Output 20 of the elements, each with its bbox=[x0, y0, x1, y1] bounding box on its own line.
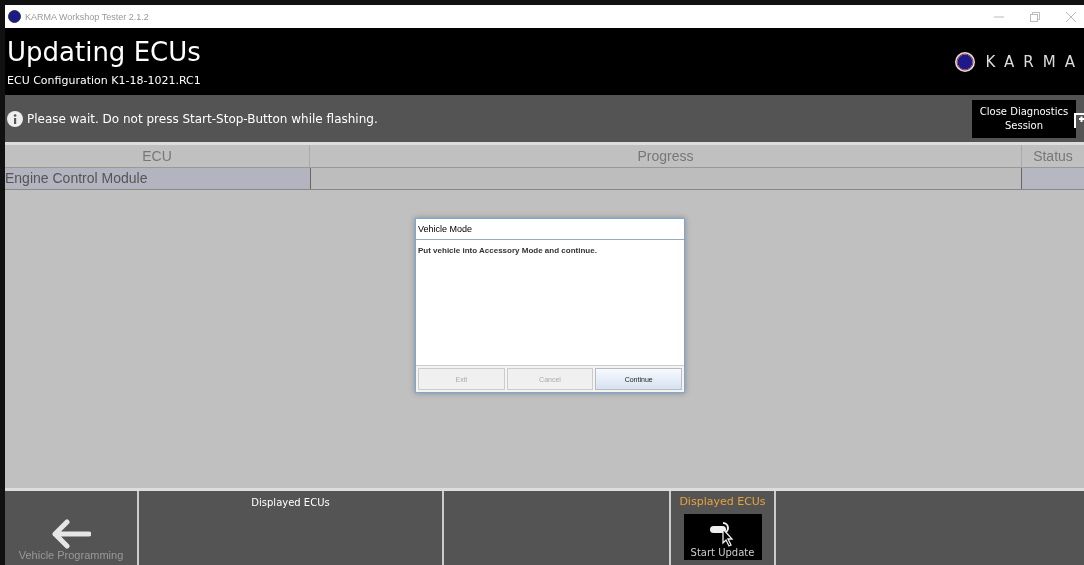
logo-text: KARMA bbox=[985, 52, 1084, 71]
column-header: ECU bbox=[5, 145, 310, 167]
info-message: Please wait. Do not press Start-Stop-Button while flashing. bbox=[27, 111, 378, 126]
start-update-button[interactable]: Start Update bbox=[683, 514, 762, 560]
close-session-button[interactable]: Close Diagnostics Session bbox=[972, 99, 1076, 138]
section-label: Displayed ECUs bbox=[251, 497, 330, 510]
column-header: Status bbox=[1032, 147, 1074, 166]
section-label: Displayed ECUs bbox=[679, 495, 766, 508]
restore-icon[interactable] bbox=[1030, 11, 1040, 22]
dialog-message: Put vehicle into Accessory Mode and continue. bbox=[418, 246, 598, 255]
page-subtitle: ECU Configuration K1-18-1021.RC1 bbox=[6, 74, 201, 87]
window-title: KARMA Workshop Tester 2.1.2 bbox=[25, 11, 149, 22]
left-arrow-icon bbox=[51, 519, 91, 549]
app-icon bbox=[8, 10, 21, 23]
close-icon[interactable] bbox=[1066, 11, 1076, 22]
page-title: Updating ECUs bbox=[6, 36, 201, 68]
column-header: Progress bbox=[310, 145, 1022, 167]
dialog-title: Vehicle Mode bbox=[416, 219, 684, 240]
table-cell: Engine Control Module bbox=[5, 168, 310, 189]
logo-icon bbox=[953, 50, 976, 73]
